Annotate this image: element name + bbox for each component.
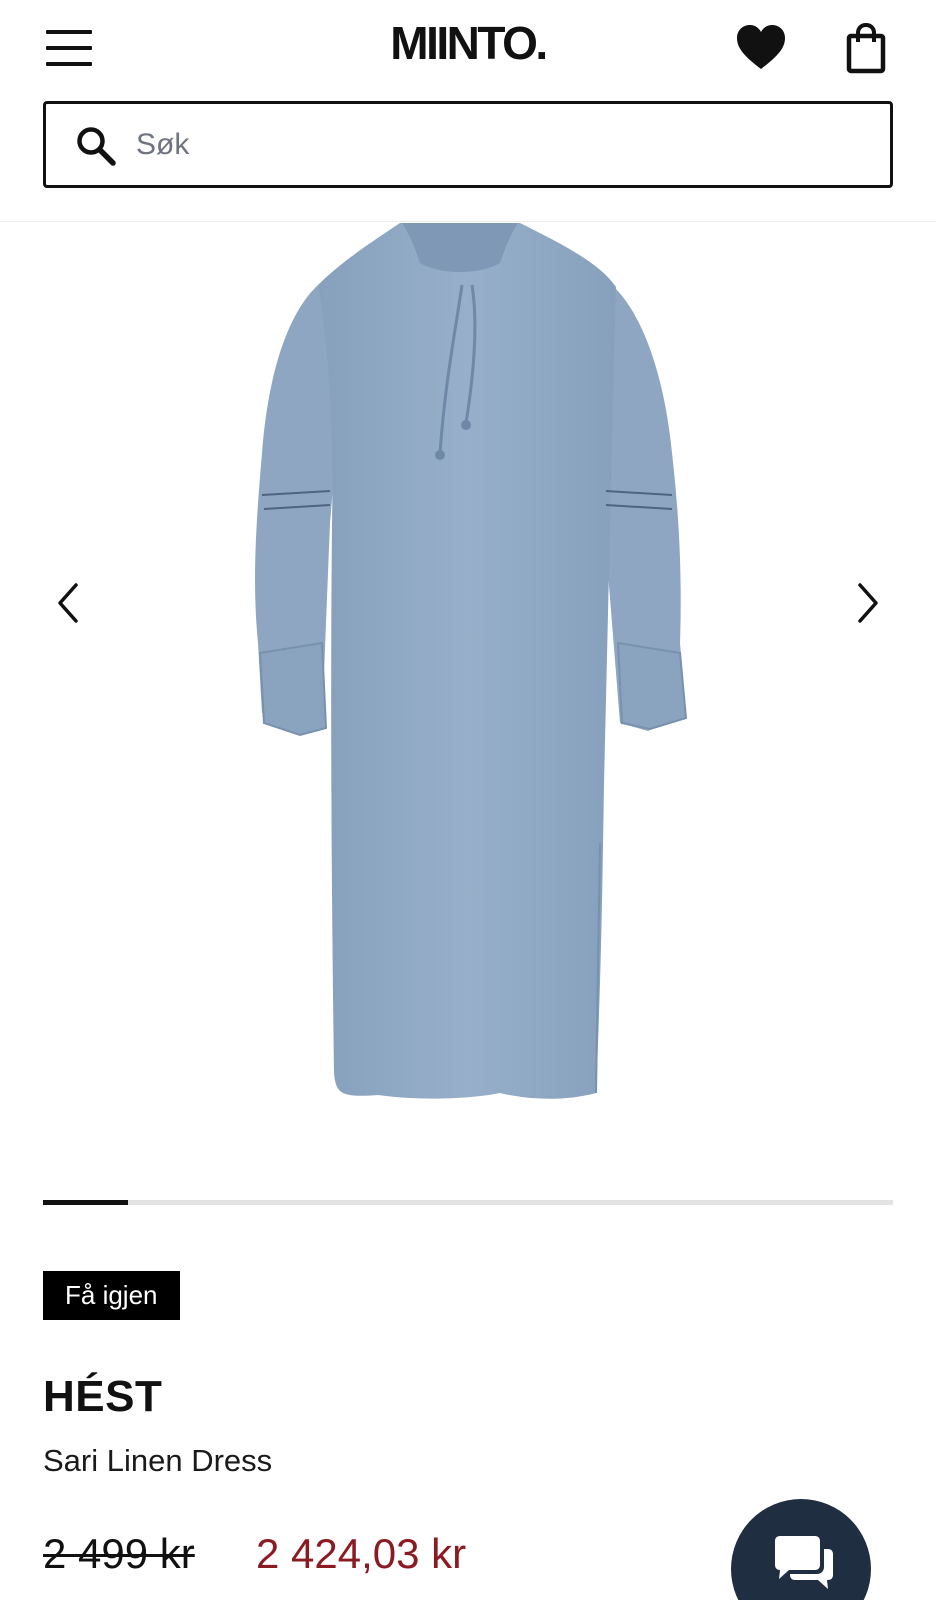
chevron-left-icon bbox=[58, 583, 78, 623]
gallery-progress-indicator bbox=[43, 1200, 128, 1205]
product-gallery[interactable] bbox=[0, 223, 936, 1183]
gallery-progress-bar[interactable] bbox=[43, 1200, 893, 1205]
chevron-right-icon bbox=[858, 583, 878, 623]
chat-button[interactable] bbox=[731, 1499, 871, 1600]
site-header: MIINTO. bbox=[0, 0, 936, 222]
brand-logo[interactable]: MIINTO. bbox=[0, 16, 936, 70]
heart-icon[interactable] bbox=[736, 24, 786, 72]
next-image-button[interactable] bbox=[848, 575, 888, 631]
sale-price: 2 424,03 kr bbox=[256, 1530, 467, 1577]
chat-bubbles-icon bbox=[775, 1536, 833, 1589]
search-icon[interactable] bbox=[76, 126, 116, 166]
search-bar[interactable] bbox=[43, 101, 893, 188]
shopping-bag-icon[interactable] bbox=[846, 22, 886, 74]
search-input[interactable] bbox=[136, 118, 856, 172]
original-price: 2 499 kr bbox=[43, 1530, 195, 1577]
previous-image-button[interactable] bbox=[48, 575, 88, 631]
product-image[interactable] bbox=[0, 223, 936, 1183]
product-name: Sari Linen Dress bbox=[43, 1443, 273, 1478]
product-brand[interactable]: HÉST bbox=[43, 1372, 162, 1422]
cashback-badge: Få igjen bbox=[43, 1271, 180, 1320]
